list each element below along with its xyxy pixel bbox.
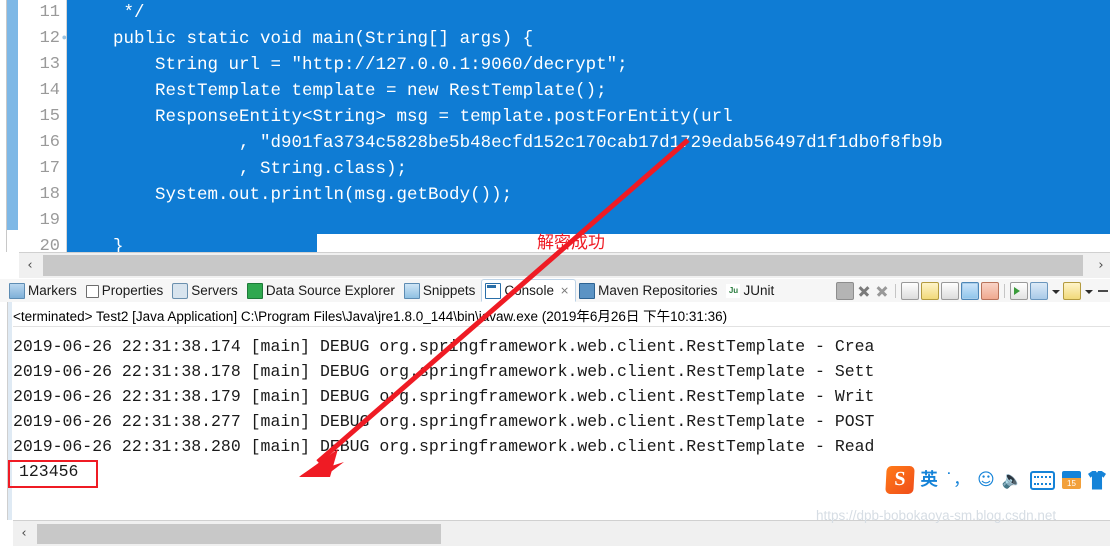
code-line: RestTemplate template = new RestTemplate… (67, 78, 1112, 104)
toolbar-separator (895, 283, 896, 298)
eclipse-ide-screenshot: 11 12● 13 14 15 16 17 18 19 20 21 */ pub… (0, 0, 1112, 546)
voice-input-icon[interactable]: 🔈 (1002, 471, 1023, 489)
output-highlight-box (8, 460, 98, 488)
console-log-line: 2019-06-26 22:31:38.174 [main] DEBUG org… (13, 337, 875, 356)
line-number: 15 (39, 107, 60, 126)
scroll-left-icon[interactable]: ‹ (19, 253, 41, 278)
calendar-head (1062, 471, 1081, 478)
console-header-divider (13, 326, 1112, 327)
console-log-line: 2019-06-26 22:31:38.280 [main] DEBUG org… (13, 437, 875, 456)
code-line: String url = "http://127.0.0.1:9060/decr… (67, 52, 1112, 78)
console-log-line: 2019-06-26 22:31:38.179 [main] DEBUG org… (13, 387, 875, 406)
line-number: 17 (39, 159, 60, 178)
editor-horizontal-scrollbar[interactable]: ‹ › (19, 252, 1112, 278)
servers-icon (172, 282, 189, 299)
fold-marker-icon[interactable]: ● (60, 34, 67, 43)
scroll-left-icon[interactable]: ‹ (13, 521, 35, 546)
tab-label: Snippets (422, 283, 476, 298)
console-log-line: 2019-06-26 22:31:38.277 [main] DEBUG org… (13, 412, 875, 431)
tab-snippets[interactable]: Snippets (401, 279, 482, 302)
code-editor[interactable]: 11 12● 13 14 15 16 17 18 19 20 21 */ pub… (0, 0, 1112, 252)
soft-keyboard-icon[interactable] (1030, 470, 1055, 490)
show-console-on-error-icon[interactable] (981, 281, 999, 300)
tab-label: Properties (101, 283, 164, 298)
line-number: 13 (39, 55, 60, 74)
console-horizontal-scrollbar[interactable]: ‹ (13, 520, 1112, 546)
view-tabs: Markers Properties Servers Data Source E… (6, 279, 780, 302)
scrollbar-thumb[interactable] (43, 255, 1083, 276)
sogou-logo-icon[interactable]: S (884, 466, 915, 494)
console-process-label: <terminated> Test2 [Java Application] C:… (13, 309, 728, 324)
minimize-icon[interactable] (1096, 283, 1110, 299)
line-number-text: 12 (39, 29, 60, 48)
annotation-label: 解密成功 (537, 233, 605, 252)
tab-label: Markers (28, 283, 77, 298)
remove-launch-icon[interactable] (856, 283, 872, 299)
database-icon (246, 282, 263, 299)
tab-label: Console (504, 283, 554, 298)
word-wrap-icon[interactable] (941, 281, 959, 300)
clear-console-icon[interactable] (901, 281, 919, 300)
line-number: 18 (39, 185, 60, 204)
code-text-area[interactable]: */ public static void main(String[] args… (67, 0, 1112, 252)
markers-icon (9, 282, 25, 299)
editor-left-ruler (0, 0, 7, 252)
code-line: ResponseEntity<String> msg = template.po… (67, 104, 1112, 130)
tab-label: JUnit (743, 283, 775, 298)
input-mode-english-icon[interactable]: 英 (921, 471, 938, 489)
skin-icon[interactable] (1088, 470, 1106, 490)
terminate-icon[interactable] (836, 281, 854, 300)
toolbox-calendar-icon[interactable]: 15 (1062, 471, 1081, 489)
watermark-text: https://dpb-bobokaoya-sm.blog.csdn.net (816, 508, 1057, 523)
show-console-on-output-icon[interactable] (961, 281, 979, 300)
tab-label: Maven Repositories (598, 283, 718, 298)
code-line: , String.class); (67, 156, 1112, 182)
tab-junit[interactable]: Ju JUnit (723, 279, 780, 302)
scroll-lock-icon[interactable] (921, 281, 939, 300)
console-left-ruler (0, 302, 8, 520)
editor-selection-marker (7, 0, 18, 230)
scroll-right-icon[interactable]: › (1090, 253, 1112, 278)
line-number: 19 (39, 211, 60, 230)
line-number: 14 (39, 81, 60, 100)
tab-console[interactable]: Console ⨯ (481, 279, 577, 302)
snippets-icon (403, 282, 420, 299)
tab-markers[interactable]: Markers (6, 279, 83, 302)
tab-properties[interactable]: Properties (83, 279, 170, 302)
line-number: 12 ● (19, 26, 67, 52)
new-console-view-icon[interactable] (1063, 281, 1081, 300)
scrollbar-thumb[interactable] (37, 524, 441, 544)
line-number: 20 (39, 237, 60, 252)
tab-maven-repositories[interactable]: Maven Repositories (576, 279, 723, 302)
chevron-down-icon[interactable] (1050, 283, 1061, 299)
punctuation-icon[interactable]: ˙， (945, 471, 971, 489)
properties-icon (85, 285, 99, 298)
code-line: public static void main(String[] args) { (67, 26, 1112, 52)
pin-console-icon[interactable] (1010, 281, 1028, 300)
junit-icon: Ju (726, 283, 741, 298)
tab-servers[interactable]: Servers (169, 279, 244, 302)
view-menu-chevron-down-icon[interactable] (1083, 283, 1094, 299)
console-icon (485, 282, 502, 299)
code-line: */ (67, 0, 1112, 26)
expression-icon[interactable]: ☺ (977, 471, 995, 489)
toolbar-separator (1004, 283, 1005, 298)
console-toolbar (836, 281, 1110, 300)
line-number: 11 (39, 3, 60, 22)
close-icon[interactable]: ⨯ (560, 284, 569, 297)
code-line: System.out.println(msg.getBody()); (67, 182, 1112, 208)
calendar-day: 15 (1062, 478, 1081, 489)
tab-data-source-explorer[interactable]: Data Source Explorer (244, 279, 401, 302)
remove-all-terminated-icon[interactable] (874, 283, 890, 299)
maven-icon (579, 282, 596, 299)
tab-label: Servers (191, 283, 238, 298)
line-number-gutter: 11 12● 13 14 15 16 17 18 19 20 21 (19, 0, 67, 252)
code-line: , "d901fa3734c5828be5b48ecfd152c170cab17… (67, 130, 1112, 156)
sogou-input-method-toolbar[interactable]: S 英 ˙， ☺ 🔈 15 (884, 464, 1106, 496)
console-log-line: 2019-06-26 22:31:38.178 [main] DEBUG org… (13, 362, 875, 381)
tab-label: Data Source Explorer (265, 283, 395, 298)
line-number: 16 (39, 133, 60, 152)
display-selected-console-icon[interactable] (1030, 281, 1048, 300)
view-tab-bar: Markers Properties Servers Data Source E… (0, 279, 1112, 303)
